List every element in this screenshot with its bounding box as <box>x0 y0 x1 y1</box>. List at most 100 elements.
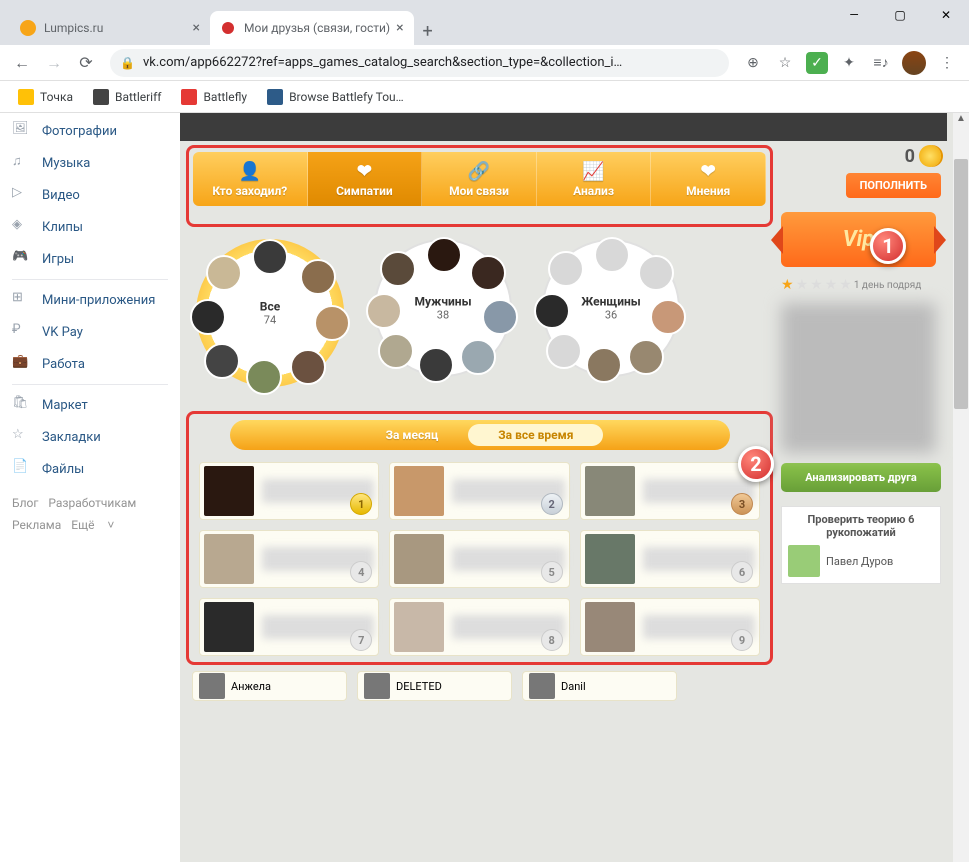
avatar[interactable] <box>546 333 582 369</box>
close-icon[interactable]: × <box>193 20 200 36</box>
period-month[interactable]: За месяц <box>356 424 469 446</box>
scroll-thumb[interactable] <box>954 159 968 409</box>
vip-badge[interactable]: Vip <box>781 212 936 267</box>
new-tab-button[interactable]: + <box>414 17 442 45</box>
scrollbar[interactable]: ▲ <box>953 113 969 862</box>
user-card[interactable]: 6 <box>580 530 760 588</box>
extensions-icon[interactable]: ✦ <box>835 49 863 77</box>
avatar[interactable] <box>638 255 674 291</box>
bookmark-item[interactable]: Точка <box>10 85 81 109</box>
avatar[interactable] <box>426 237 462 273</box>
sidebar-label: VK Pay <box>42 325 83 340</box>
sidebar-item-music[interactable]: ♫Музыка <box>0 147 180 179</box>
back-button[interactable]: ← <box>8 49 36 77</box>
user-card[interactable]: 3 <box>580 462 760 520</box>
sidebar-item-work[interactable]: 💼Работа <box>0 348 180 380</box>
browser-tab-active[interactable]: Мои друзья (связи, гости) × <box>210 11 414 45</box>
period-alltime[interactable]: За все время <box>468 424 603 446</box>
sidebar-label: Клипы <box>42 220 83 235</box>
footer-dev[interactable]: Разработчикам <box>48 496 136 510</box>
user-card[interactable]: 1 <box>199 462 379 520</box>
circle-women[interactable]: Женщины36 <box>536 233 686 383</box>
user-card[interactable]: 5 <box>389 530 569 588</box>
avatar[interactable] <box>628 339 664 375</box>
avatar[interactable] <box>460 339 496 375</box>
user-card[interactable]: 7 <box>199 598 379 656</box>
avatar[interactable] <box>586 347 622 383</box>
tab-sympathy[interactable]: ❤ Симпатии <box>308 152 423 206</box>
minimize-button[interactable]: — <box>831 0 877 30</box>
sidebar-item-games[interactable]: 🎮Игры <box>0 243 180 275</box>
profile-avatar[interactable] <box>902 51 926 75</box>
avatar[interactable] <box>378 333 414 369</box>
circle-men[interactable]: Мужчины38 <box>368 233 518 383</box>
sidebar-item-bookmarks[interactable]: ☆Закладки <box>0 421 180 453</box>
tab-connections[interactable]: 🔗 Мои связи <box>422 152 537 206</box>
sidebar-label: Фотографии <box>42 124 117 139</box>
sidebar-item-miniapps[interactable]: ⊞Мини-приложения <box>0 284 180 316</box>
bookmark-item[interactable]: Browse Battlefy Tou… <box>259 85 412 109</box>
tab-opinions[interactable]: ❤ Мнения <box>651 152 766 206</box>
avatar[interactable] <box>204 343 240 379</box>
sidebar-item-clips[interactable]: ◈Клипы <box>0 211 180 243</box>
avatar[interactable] <box>300 259 336 295</box>
footer-blog[interactable]: Блог <box>12 496 38 510</box>
avatar[interactable] <box>418 347 454 383</box>
rank-badge: 7 <box>350 629 372 651</box>
footer-more[interactable]: Ещё ˅ <box>71 518 114 532</box>
close-button[interactable]: ✕ <box>923 0 969 30</box>
avatar[interactable] <box>252 239 288 275</box>
sidebar-item-photos[interactable]: 🖼Фотографии <box>0 115 180 147</box>
avatar[interactable] <box>470 255 506 291</box>
sidebar-item-vkpay[interactable]: ₽VK Pay <box>0 316 180 348</box>
user-card[interactable]: 9 <box>580 598 760 656</box>
reading-list-icon[interactable]: ≡♪ <box>867 49 895 77</box>
bookmark-icon <box>93 89 109 105</box>
sidebar-item-video[interactable]: ▷Видео <box>0 179 180 211</box>
search-icon[interactable]: ⊕ <box>739 49 767 77</box>
user-card[interactable]: DELETED <box>357 671 512 701</box>
games-icon: 🎮 <box>12 249 32 269</box>
callout-1: 1 <box>870 228 906 264</box>
menu-icon[interactable]: ⋮ <box>933 49 961 77</box>
sidebar-item-market[interactable]: 🛍Маркет <box>0 389 180 421</box>
close-icon[interactable]: × <box>396 20 403 36</box>
avatar[interactable] <box>290 349 326 385</box>
avatar[interactable] <box>314 305 350 341</box>
avatar[interactable] <box>206 255 242 291</box>
avatar[interactable] <box>190 299 226 335</box>
avatar[interactable] <box>534 293 570 329</box>
topup-button[interactable]: ПОПОЛНИТЬ <box>846 173 941 198</box>
analyze-friend-button[interactable]: Анализировать друга <box>781 463 941 492</box>
user-card[interactable]: Danil <box>522 671 677 701</box>
bookmark-item[interactable]: Battleriff <box>85 85 169 109</box>
footer-ads[interactable]: Реклама <box>12 518 61 532</box>
scroll-up-icon[interactable]: ▲ <box>953 113 969 129</box>
tab-label: Анализ <box>573 184 614 198</box>
browser-tab[interactable]: Lumpics.ru × <box>10 11 210 45</box>
tab-who-visited[interactable]: 👤 Кто заходил? <box>193 152 308 206</box>
avatar[interactable] <box>650 299 686 335</box>
user-card[interactable]: 4 <box>199 530 379 588</box>
forward-button[interactable]: → <box>40 49 68 77</box>
reload-button[interactable]: ⟳ <box>72 49 100 77</box>
user-card[interactable]: Анжела <box>192 671 347 701</box>
avatar[interactable] <box>548 251 584 287</box>
user-card[interactable]: 8 <box>389 598 569 656</box>
tab-analysis[interactable]: 📈 Анализ <box>537 152 652 206</box>
avatar[interactable] <box>482 299 518 335</box>
sidebar-item-files[interactable]: 📄Файлы <box>0 453 180 485</box>
avatar[interactable] <box>594 237 630 273</box>
avatar[interactable] <box>366 293 402 329</box>
avatar[interactable] <box>246 359 282 395</box>
bookmark-item[interactable]: Battlefly <box>173 85 255 109</box>
extension-check-icon[interactable]: ✓ <box>806 52 828 74</box>
star-icon[interactable]: ☆ <box>771 49 799 77</box>
circle-all[interactable]: Все74 <box>190 233 350 393</box>
rank-badge: 3 <box>731 493 753 515</box>
maximize-button[interactable]: ▢ <box>877 0 923 30</box>
avatar[interactable] <box>380 251 416 287</box>
user-card[interactable]: 2 <box>389 462 569 520</box>
theory-box[interactable]: Проверить теорию 6 рукопожатий Павел Дур… <box>781 506 941 584</box>
url-field[interactable]: 🔒 vk.com/app662272?ref=apps_games_catalo… <box>110 49 729 77</box>
